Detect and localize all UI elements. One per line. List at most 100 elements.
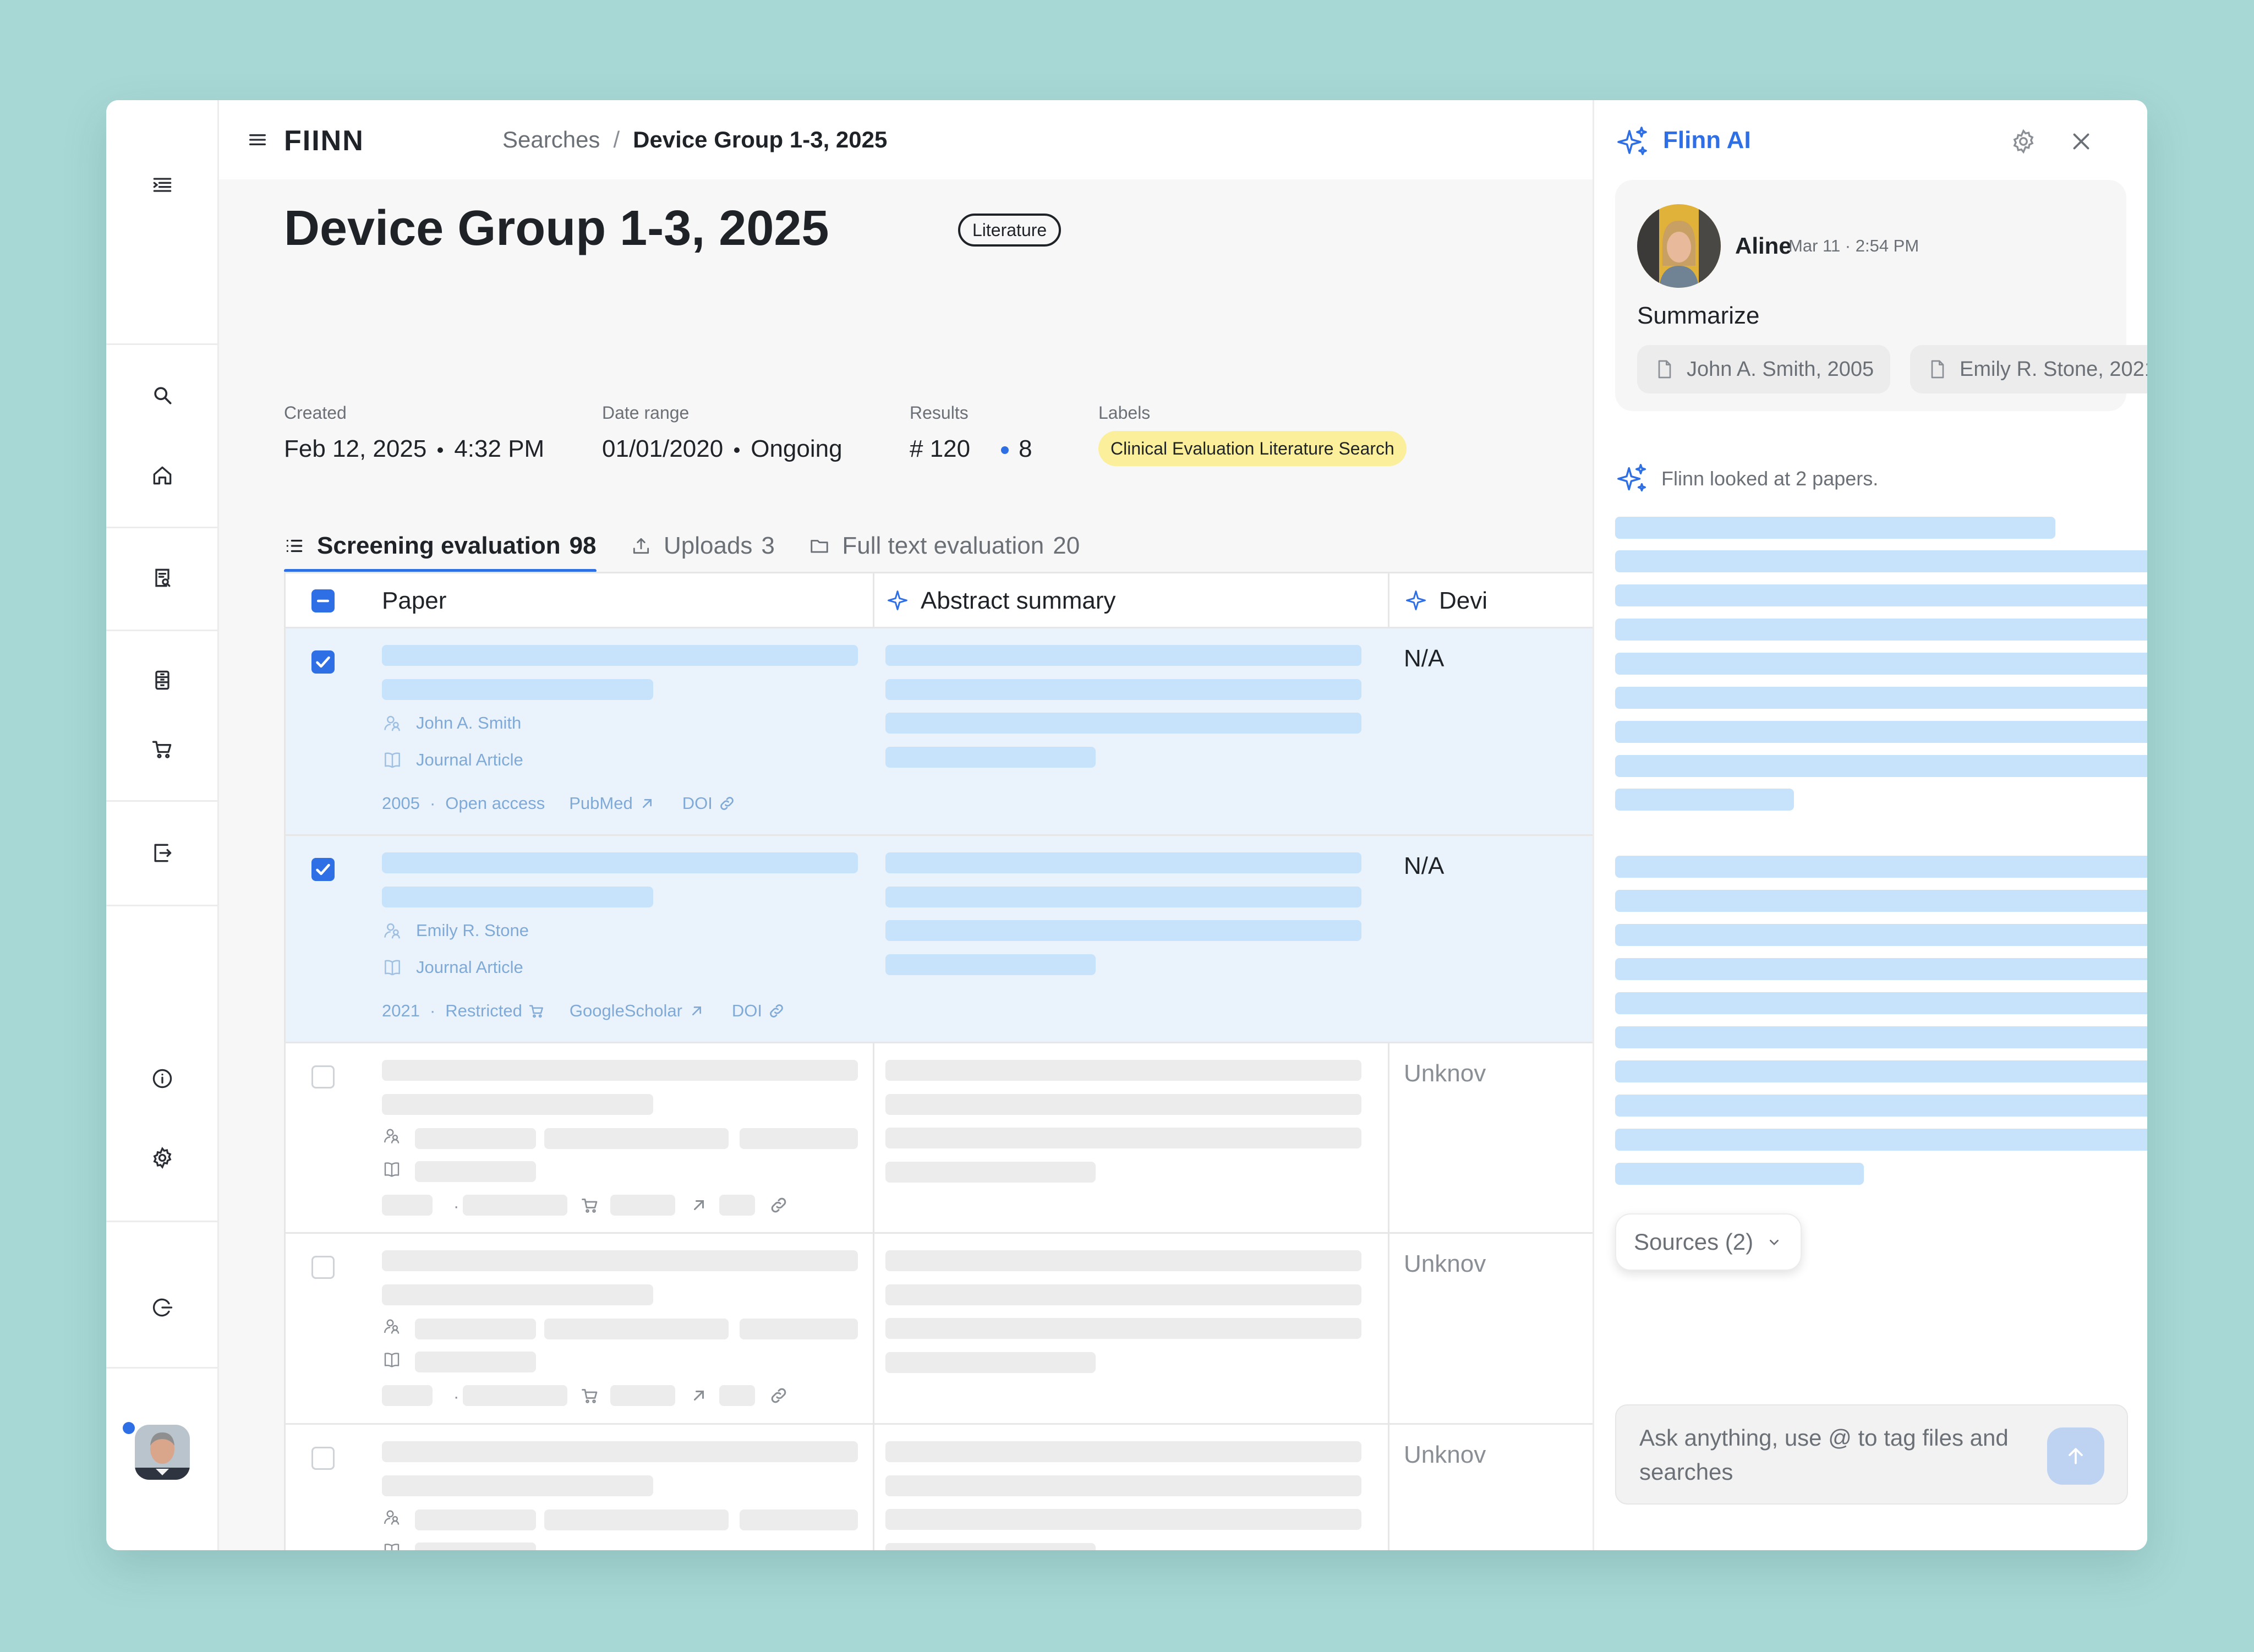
header-device-label: Devi	[1439, 587, 1488, 614]
tab-count: 20	[1053, 532, 1080, 559]
row-checkbox[interactable]	[311, 650, 335, 674]
close-icon[interactable]	[2067, 128, 2095, 155]
file-icon	[1658, 360, 1671, 379]
file-chip[interactable]: Emily R. Stone, 2021	[1910, 345, 2147, 393]
row-checkbox[interactable]	[311, 1065, 335, 1088]
response-line	[1615, 856, 2147, 878]
app-logo[interactable]: FIINN	[284, 124, 364, 157]
list-icon	[286, 539, 303, 553]
tab-full-text-evaluation[interactable]: Full text evaluation 20	[809, 524, 1080, 568]
tab-label: Screening evaluation	[317, 532, 561, 559]
source-placeholder	[610, 1195, 675, 1216]
author-placeholder	[415, 1509, 536, 1530]
abstract-placeholder	[885, 1060, 1361, 1081]
document-search-icon[interactable]	[150, 566, 174, 590]
googlescholar-link[interactable]: GoogleScholar	[570, 1001, 705, 1021]
user-avatar	[1637, 204, 1721, 288]
external-link-icon	[692, 1006, 701, 1015]
abstract-placeholder	[885, 679, 1361, 700]
cart-icon	[580, 1195, 600, 1218]
tab-count: 98	[569, 532, 597, 559]
abstract-placeholder	[885, 1475, 1361, 1496]
panel-settings-icon[interactable]	[2010, 128, 2037, 155]
ai-panel-title: Flinn AI	[1663, 127, 1751, 154]
cart-icon[interactable]	[150, 737, 174, 761]
home-icon[interactable]	[150, 463, 174, 488]
table-row[interactable]: ·Unknov	[286, 1234, 1593, 1425]
author-placeholder	[544, 1319, 729, 1339]
row-checkbox[interactable]	[311, 1447, 335, 1470]
export-icon[interactable]	[150, 841, 174, 865]
pubmed-link[interactable]: PubMed	[569, 794, 655, 813]
book-icon	[382, 1159, 402, 1182]
upload-icon	[633, 538, 649, 554]
breadcrumb-searches[interactable]: Searches	[502, 127, 600, 152]
link-icon	[769, 1195, 789, 1218]
archive-icon[interactable]	[150, 668, 174, 692]
page-title: Device Group 1-3, 2025	[284, 201, 829, 256]
abstract-placeholder	[885, 1162, 1096, 1183]
chat-input[interactable]	[1638, 1420, 2045, 1491]
file-chip[interactable]: John A. Smith, 2005	[1637, 345, 1891, 393]
separator-dot: ·	[453, 1196, 459, 1216]
link-icon	[769, 1386, 789, 1408]
table-row[interactable]: John A. Smith Journal Article 2005 · Open…	[286, 628, 1593, 836]
user-name: Aline	[1735, 233, 1792, 259]
label-pill[interactable]: Clinical Evaluation Literature Search	[1098, 431, 1407, 466]
paper-links: 2021 · Restricted GoogleScholar DOI	[382, 1001, 785, 1021]
row-checkbox[interactable]	[311, 858, 335, 881]
response-line	[1615, 584, 2147, 606]
notification-dot	[123, 1422, 135, 1434]
tab-label: Full text evaluation	[842, 532, 1044, 559]
select-all-checkbox[interactable]	[311, 589, 335, 612]
book-icon	[382, 1541, 402, 1550]
top-bar: FIINN Searches / Device Group 1-3, 2025	[219, 100, 1593, 179]
doi-link[interactable]: DOI	[682, 794, 736, 813]
arrow-up-icon	[2069, 1448, 2083, 1464]
paper-author: John A. Smith	[382, 713, 521, 734]
doi-link[interactable]: DOI	[732, 1001, 785, 1021]
header-paper[interactable]: Paper	[382, 573, 446, 628]
row-checkbox[interactable]	[311, 1256, 335, 1279]
send-button[interactable]	[2047, 1427, 2104, 1485]
header-device[interactable]: Devi	[1404, 573, 1487, 628]
device-value: N/A	[1404, 645, 1445, 672]
title-placeholder	[382, 1441, 858, 1462]
abstract-placeholder	[885, 747, 1096, 768]
author-placeholder	[740, 1128, 858, 1149]
response-line	[1615, 924, 2147, 946]
sources-dropdown[interactable]: Sources (2)	[1615, 1213, 1802, 1271]
access-status: Open access	[445, 794, 545, 813]
collapse-sidebar-icon[interactable]	[150, 173, 174, 197]
header-abstract-summary[interactable]: Abstract summary	[885, 573, 1116, 628]
ai-panel: Flinn AI Aline Mar 11 · 2:54 PM Summariz…	[1593, 100, 2147, 1550]
tab-label: Uploads	[663, 532, 753, 559]
ai-sparkle-icon	[1615, 124, 1650, 160]
external-link-icon	[642, 799, 652, 808]
info-icon[interactable]	[150, 1066, 174, 1091]
settings-icon[interactable]	[150, 1146, 174, 1170]
meta-labels: Labels Clinical Evaluation Literature Se…	[1098, 403, 1407, 466]
table-row[interactable]: ·Unknov	[286, 1043, 1593, 1234]
doi-placeholder	[719, 1385, 755, 1406]
new-results-dot	[1001, 446, 1009, 455]
date-range-label: Date range	[602, 403, 690, 423]
response-line	[1615, 687, 2147, 709]
table-row[interactable]: Emily R. Stone Journal Article 2021 · Res…	[286, 836, 1593, 1043]
authors-icon	[382, 1126, 402, 1148]
tab-screening-evaluation[interactable]: Screening evaluation 98	[284, 524, 597, 572]
abstract-placeholder	[885, 645, 1361, 666]
logout-icon[interactable]	[150, 1295, 174, 1320]
tab-uploads[interactable]: Uploads 3	[631, 524, 775, 568]
authors-icon	[384, 923, 400, 939]
table-row[interactable]: ·Unknov	[286, 1425, 1593, 1550]
search-icon[interactable]	[150, 383, 174, 407]
header-abstract-label: Abstract summary	[921, 587, 1116, 614]
year-placeholder	[382, 1195, 433, 1216]
access-placeholder	[463, 1385, 567, 1406]
tab-count: 3	[761, 532, 775, 559]
menu-icon[interactable]	[247, 129, 269, 151]
response-line	[1615, 653, 2147, 675]
user-avatar[interactable]	[135, 1425, 190, 1480]
main-content: FIINN Searches / Device Group 1-3, 2025 De…	[219, 100, 1593, 1550]
